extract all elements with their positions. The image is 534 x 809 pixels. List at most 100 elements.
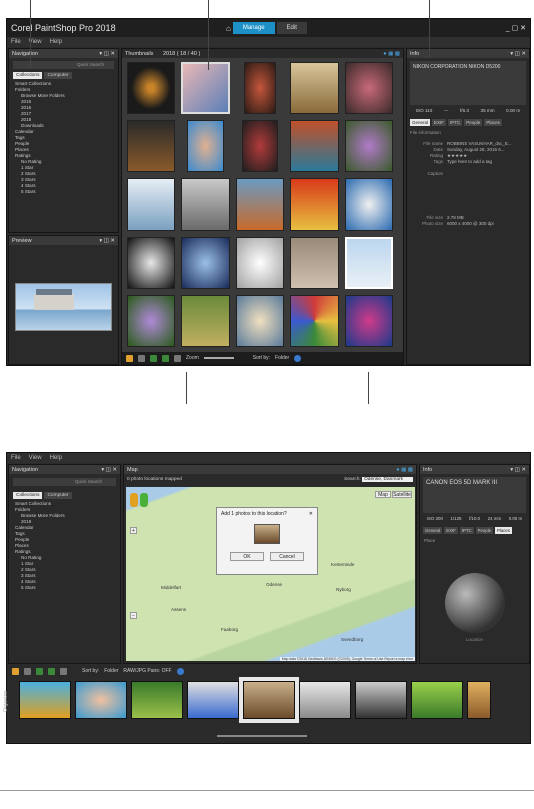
share-icon[interactable] (60, 667, 67, 675)
thumbnail[interactable] (235, 294, 285, 347)
select-icon[interactable] (12, 667, 19, 675)
thumbnail[interactable] (290, 236, 339, 289)
thumbnail[interactable] (127, 236, 176, 289)
panel-controls-icon[interactable]: ▾ ◫ ✕ (99, 51, 115, 57)
thumbnail[interactable] (235, 236, 285, 289)
raw-pairs-select[interactable]: RAW/JPG Pairs: OFF (123, 668, 171, 674)
thumbnail[interactable] (344, 120, 393, 173)
menu-view[interactable]: View (29, 455, 42, 461)
rotate-right-icon[interactable] (162, 354, 169, 362)
filmstrip-scrollbar[interactable] (217, 735, 307, 737)
filter-icon[interactable] (294, 354, 302, 362)
tag-icon[interactable] (24, 667, 31, 675)
view-mode-icons[interactable]: ● ▦ ▩ (383, 51, 400, 57)
thumbnail[interactable] (467, 681, 491, 719)
info-tab-general[interactable]: General (423, 527, 443, 534)
info-tab-exif[interactable]: EXIF (432, 119, 447, 126)
sort-select[interactable]: Folder (275, 355, 289, 361)
rotate-left-icon[interactable] (150, 354, 157, 362)
info-tab-general[interactable]: General (410, 119, 431, 126)
window-controls[interactable]: _ ▢ ✕ (506, 24, 526, 32)
folder-tree: Smart Collections Folders Browse More Fold… (9, 81, 118, 195)
filter-icon[interactable] (176, 667, 184, 675)
map-pin-icon[interactable] (140, 493, 148, 507)
info-tab-iptc[interactable]: IPTC (459, 527, 474, 534)
thumbnail[interactable] (344, 62, 393, 115)
thumbnail[interactable] (355, 681, 407, 719)
panel-controls-icon[interactable]: ▾ ◫ ✕ (510, 467, 526, 473)
info-value[interactable]: Type here to add a tag (447, 159, 492, 165)
thumbnail[interactable] (299, 681, 351, 719)
tree-item[interactable]: 5 Stars (15, 585, 120, 591)
info-tab-iptc[interactable]: IPTC (448, 119, 463, 126)
close-icon[interactable]: ✕ (309, 511, 313, 517)
thumbnail[interactable] (181, 62, 230, 115)
tab-collections[interactable]: Collections (13, 492, 43, 499)
thumbnail[interactable] (181, 178, 230, 231)
thumbnail[interactable] (344, 236, 393, 289)
tree-item[interactable]: 5 Stars (15, 189, 118, 195)
thumbnail[interactable] (181, 294, 230, 347)
thumbnail[interactable] (290, 120, 339, 173)
panel-controls-icon[interactable]: ▾ ◫ ✕ (510, 51, 526, 57)
tab-computer[interactable]: Computer (44, 72, 72, 79)
thumbnail[interactable] (75, 681, 127, 719)
view-mode-icons[interactable]: ● ▦ ▩ (396, 467, 413, 473)
thumbnail[interactable] (127, 294, 176, 347)
zoom-slider[interactable] (203, 357, 234, 359)
search-input[interactable]: Quick Search (13, 61, 114, 69)
thumbnail[interactable] (187, 681, 239, 719)
tag-icon[interactable] (138, 354, 145, 362)
thumbnail[interactable] (290, 178, 339, 231)
info-tab-people[interactable]: People (475, 527, 494, 534)
thumbnail[interactable] (344, 294, 393, 347)
info-tab-people[interactable]: People (464, 119, 483, 126)
tab-collections[interactable]: Collections (13, 72, 43, 79)
panel-controls-icon[interactable]: ▾ ◫ ✕ (101, 467, 117, 473)
map-view[interactable]: Map Satellite + − OdenseSvendborgNyborgB… (126, 487, 415, 661)
map-type-satellite[interactable]: Satellite (392, 491, 412, 498)
panel-controls-icon[interactable]: ▾ ◫ ✕ (99, 238, 115, 244)
thumbs-path[interactable]: 2018 ( 18 / 40 ) (163, 51, 200, 57)
tab-computer[interactable]: Computer (44, 492, 72, 499)
thumbnail[interactable] (127, 62, 176, 115)
menu-file[interactable]: File (11, 39, 21, 45)
rotate-left-icon[interactable] (36, 667, 43, 675)
share-icon[interactable] (174, 354, 181, 362)
zoom-in-icon[interactable]: + (130, 527, 137, 534)
cancel-button[interactable]: Cancel (270, 552, 304, 561)
rotate-right-icon[interactable] (48, 667, 55, 675)
thumbnail[interactable] (344, 178, 393, 231)
thumbnail[interactable] (411, 681, 463, 719)
thumbnail[interactable] (181, 236, 230, 289)
thumbnail[interactable] (239, 677, 299, 723)
thumbnail[interactable] (243, 62, 277, 115)
sort-select[interactable]: Folder (104, 668, 118, 674)
map-search-input[interactable]: Odense, Danmark (362, 477, 413, 482)
info-tab-places[interactable]: Places (495, 527, 512, 534)
thumbnail[interactable] (235, 178, 285, 231)
ok-button[interactable]: OK (230, 552, 264, 561)
thumbnail[interactable] (19, 681, 71, 719)
map-type-map[interactable]: Map (375, 491, 391, 498)
tab-edit[interactable]: Edit (276, 22, 307, 34)
thumbnail[interactable] (127, 178, 176, 231)
tab-manage[interactable]: Manage (232, 22, 275, 34)
menu-help[interactable]: Help (50, 455, 62, 461)
zoom-out-icon[interactable]: − (130, 612, 137, 619)
thumbnail[interactable] (127, 120, 176, 173)
thumbnail[interactable] (241, 120, 279, 173)
thumbnail[interactable] (131, 681, 183, 719)
info-tab-places[interactable]: Places (484, 119, 502, 126)
thumbnail[interactable] (290, 294, 339, 347)
select-icon[interactable] (126, 354, 133, 362)
sort-label: Sort by: (82, 668, 100, 674)
thumbnail[interactable] (187, 120, 224, 173)
menu-file[interactable]: File (11, 455, 21, 461)
thumbnail[interactable] (290, 62, 339, 115)
pegman-icon[interactable] (130, 493, 138, 507)
search-input[interactable]: Quick Search (13, 478, 116, 486)
home-icon[interactable]: ⌂ (226, 24, 231, 33)
menu-help[interactable]: Help (50, 39, 62, 45)
info-tab-exif[interactable]: EXIF (444, 527, 458, 534)
